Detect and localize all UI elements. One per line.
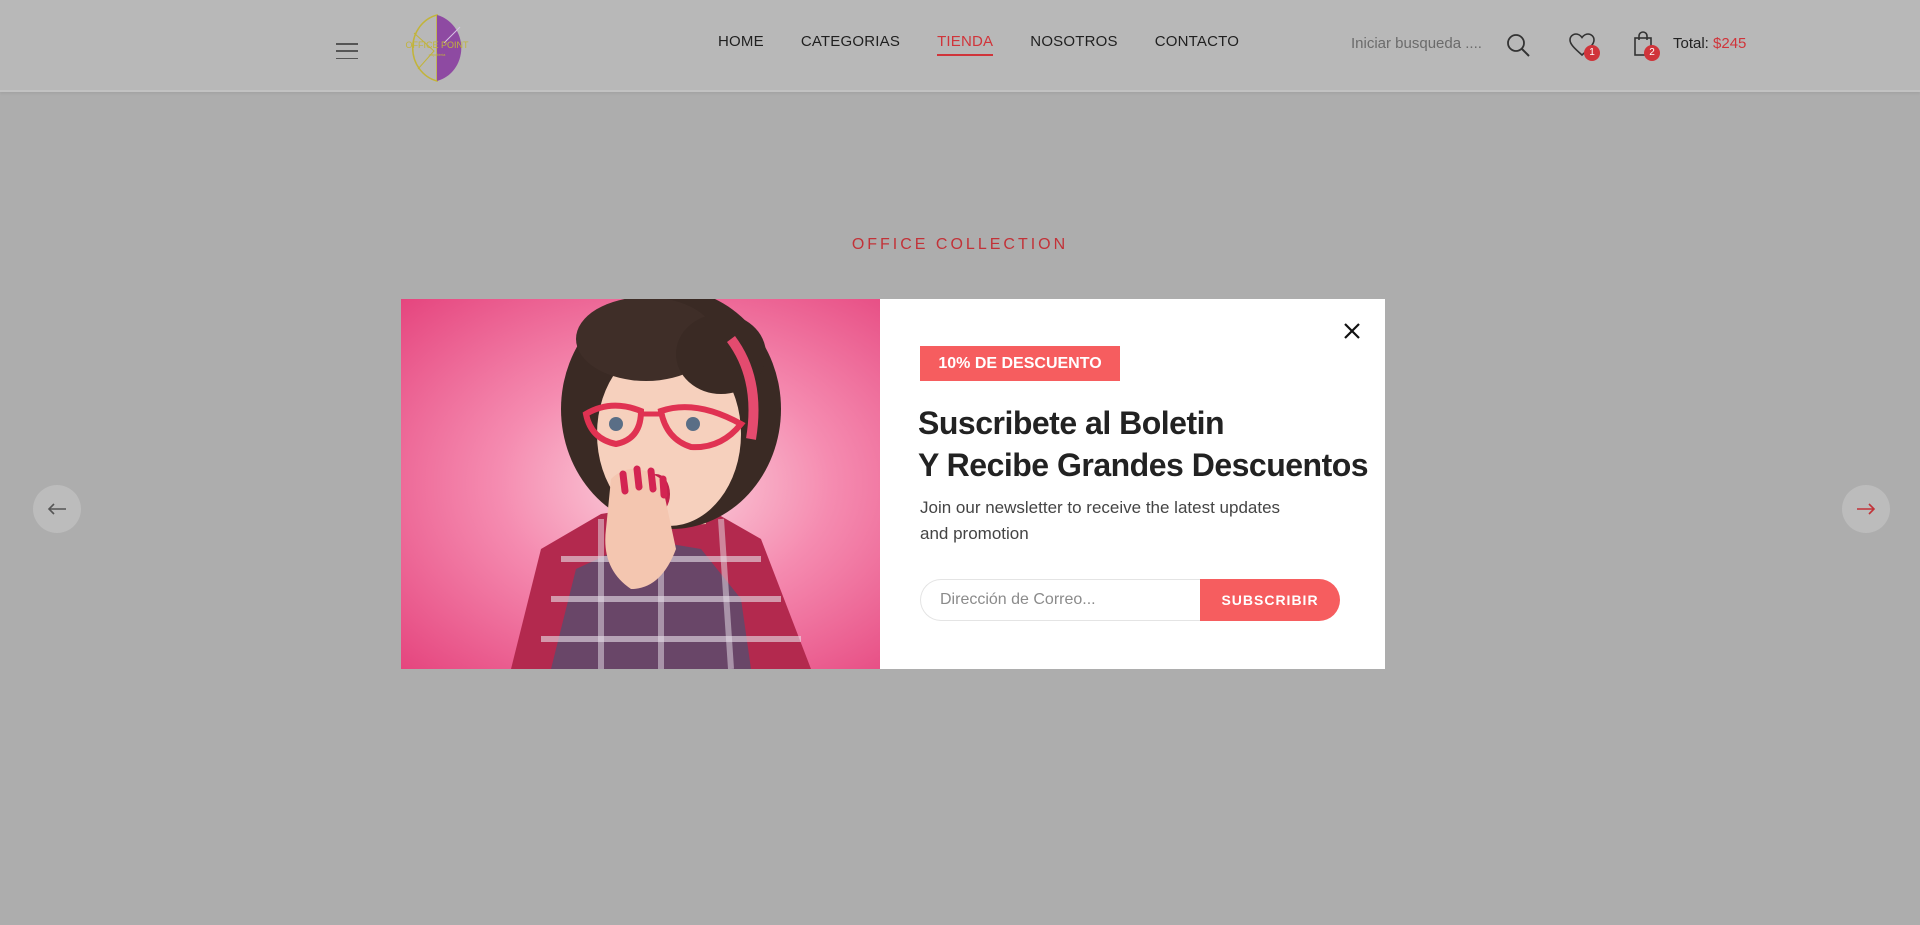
nav-nosotros[interactable]: NOSOTROS xyxy=(1030,33,1117,56)
discount-badge: 10% DE DESCUENTO xyxy=(920,346,1120,381)
modal-desc-line2: and promotion xyxy=(920,524,1029,543)
site-header: OFFICE POINT papelería HOME CATEGORIAS T… xyxy=(0,0,1920,92)
cart-total: Total: $245 xyxy=(1673,35,1746,52)
nav-contacto[interactable]: CONTACTO xyxy=(1155,33,1239,56)
total-label: Total: xyxy=(1673,35,1709,52)
cart-button[interactable]: 2 xyxy=(1633,31,1663,61)
email-field[interactable] xyxy=(920,579,1200,621)
subscribe-button[interactable]: SUBSCRIBIR xyxy=(1200,579,1340,621)
newsletter-content: 10% DE DESCUENTO Suscribete al Boletin Y… xyxy=(880,299,1385,669)
search-input[interactable]: Iniciar busqueda .... xyxy=(1351,35,1482,52)
site-logo[interactable]: OFFICE POINT papelería xyxy=(404,13,470,83)
total-value: $245 xyxy=(1713,35,1747,52)
wishlist-button[interactable]: 1 xyxy=(1569,33,1600,61)
arrow-right-icon xyxy=(1857,503,1876,515)
cart-count-badge: 2 xyxy=(1644,45,1660,61)
logo-tagline: papelería xyxy=(429,52,446,57)
wishlist-count-badge: 1 xyxy=(1584,45,1600,61)
nav-categorias[interactable]: CATEGORIAS xyxy=(801,33,900,56)
modal-desc-line1: Join our newsletter to receive the lates… xyxy=(920,498,1281,517)
slider-prev-button[interactable] xyxy=(33,485,81,533)
collection-label: OFFICE COLLECTION xyxy=(851,236,1069,253)
nav-tienda[interactable]: TIENDA xyxy=(937,33,994,56)
modal-title-line1: Suscribete al Boletin xyxy=(918,405,1225,441)
modal-title: Suscribete al Boletin Y Recibe Grandes D… xyxy=(918,402,1369,486)
slider-next-button[interactable] xyxy=(1842,485,1890,533)
logo-text: OFFICE POINT xyxy=(406,40,470,50)
search-icon[interactable] xyxy=(1506,33,1530,57)
close-icon[interactable] xyxy=(1342,321,1362,341)
newsletter-modal: 10% DE DESCUENTO Suscribete al Boletin Y… xyxy=(401,299,1385,669)
newsletter-image xyxy=(401,299,880,669)
nav-home[interactable]: HOME xyxy=(718,33,764,56)
arrow-left-icon xyxy=(47,503,66,515)
modal-description: Join our newsletter to receive the lates… xyxy=(920,495,1300,547)
main-nav: HOME CATEGORIAS TIENDA NOSOTROS CONTACTO xyxy=(718,33,1276,56)
modal-title-line2: Y Recibe Grandes Descuentos xyxy=(918,447,1369,483)
hamburger-menu-icon[interactable] xyxy=(336,43,358,59)
subscribe-form: SUBSCRIBIR xyxy=(920,579,1340,621)
